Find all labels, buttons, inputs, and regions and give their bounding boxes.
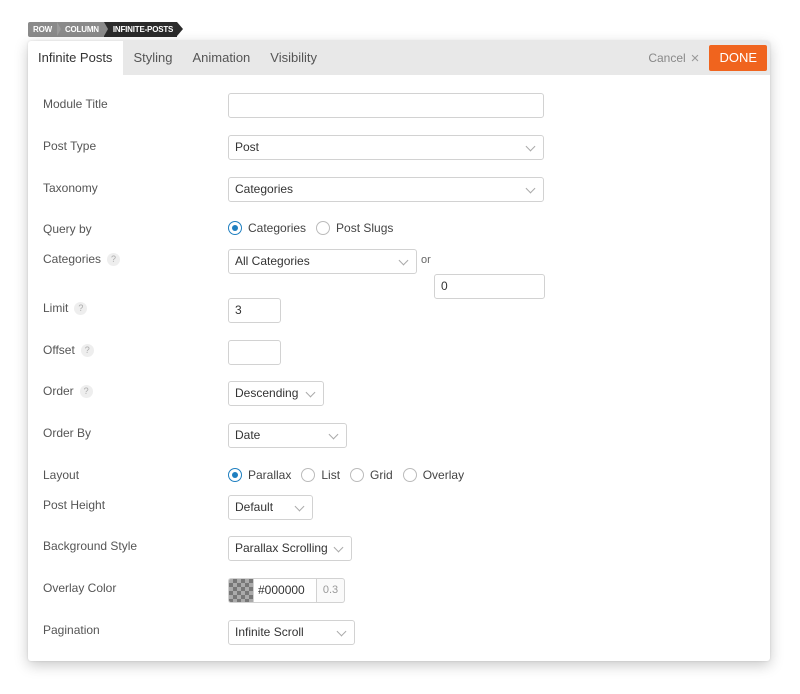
post-type-value: Post (235, 140, 260, 154)
order-by-value: Date (235, 428, 261, 442)
overlay-color-hex-input[interactable]: #000000 (253, 578, 317, 603)
offset-input[interactable] (228, 340, 281, 365)
layout-parallax-radio[interactable]: Parallax (228, 468, 291, 482)
help-icon[interactable]: ? (80, 343, 94, 357)
done-button[interactable]: DONE (709, 45, 767, 71)
categories-label: Categories ? (43, 252, 121, 266)
post-height-label: Post Height (43, 498, 106, 512)
breadcrumb-row[interactable]: ROW (28, 22, 61, 37)
tab-styling[interactable]: Styling (123, 41, 182, 75)
chevron-down-icon (525, 183, 536, 194)
row-post-type: Post Type Post (28, 135, 770, 160)
order-label: Order ? (43, 384, 93, 398)
chevron-down-icon (328, 429, 339, 440)
layout-grid-radio[interactable]: Grid (350, 468, 393, 482)
layout-overlay-label: Overlay (422, 468, 465, 482)
row-order-by: Order By Date (28, 423, 770, 448)
tab-animation[interactable]: Animation (182, 41, 260, 75)
close-icon: × (690, 49, 700, 67)
layout-parallax-label: Parallax (248, 468, 292, 482)
radio-selected-icon (228, 221, 242, 235)
chevron-down-icon (525, 141, 536, 152)
query-by-label: Query by (43, 222, 92, 236)
cancel-button[interactable]: Cancel × (648, 51, 699, 66)
row-background-style: Background Style Parallax Scrolling (28, 536, 770, 561)
help-icon[interactable]: ? (79, 384, 93, 398)
help-icon[interactable]: ? (107, 252, 121, 266)
chevron-down-icon (336, 626, 347, 637)
radio-unselected-icon (350, 468, 365, 482)
category-id-input[interactable]: 0 (434, 274, 545, 299)
pagination-select[interactable]: Infinite Scroll (228, 620, 355, 645)
breadcrumb: ROW COLUMN INFINITE-POSTS (28, 22, 184, 37)
post-type-label: Post Type (43, 139, 97, 153)
help-icon[interactable]: ? (74, 301, 88, 315)
limit-label-text: Limit (43, 301, 69, 315)
query-by-radio-group: Categories Post Slugs (228, 221, 403, 235)
layout-radio-group: Parallax List Grid Overlay (228, 468, 474, 482)
chevron-down-icon (294, 501, 305, 512)
row-post-height: Post Height Default (28, 495, 770, 520)
module-title-input[interactable] (228, 93, 544, 118)
module-settings-panel: Infinite Posts Styling Animation Visibil… (28, 41, 770, 661)
taxonomy-label: Taxonomy (43, 181, 98, 195)
post-height-value: Default (235, 500, 274, 514)
row-categories: Categories ? All Categories or 0 (28, 249, 770, 299)
row-taxonomy: Taxonomy Categories (28, 177, 770, 202)
order-select[interactable]: Descending (228, 381, 324, 406)
layout-label: Layout (43, 468, 80, 482)
chevron-down-icon (398, 255, 409, 266)
query-by-categories-radio[interactable]: Categories (228, 221, 306, 235)
overlay-color-opacity-input[interactable]: 0.3 (317, 578, 345, 603)
query-by-post-slugs-radio[interactable]: Post Slugs (316, 221, 393, 235)
tab-visibility[interactable]: Visibility (260, 41, 327, 75)
pagination-value: Infinite Scroll (235, 625, 304, 639)
tab-infinite-posts[interactable]: Infinite Posts (28, 41, 124, 75)
categories-select[interactable]: All Categories (228, 249, 417, 274)
categories-label-text: Categories (43, 252, 102, 266)
chevron-down-icon (333, 542, 344, 553)
chevron-down-icon (305, 387, 316, 398)
panel-actions: Cancel × DONE (648, 45, 767, 71)
pagination-label: Pagination (43, 623, 100, 637)
query-by-post-slugs-label: Post Slugs (336, 221, 394, 235)
categories-value: All Categories (235, 254, 310, 268)
layout-grid-label: Grid (370, 468, 393, 482)
offset-label-text: Offset (43, 343, 75, 357)
or-label: or (421, 254, 431, 266)
radio-selected-icon (228, 468, 242, 482)
query-by-categories-label: Categories (248, 221, 307, 235)
taxonomy-value: Categories (235, 182, 294, 196)
order-label-text: Order (43, 384, 74, 398)
order-value: Descending (235, 386, 299, 400)
cancel-label: Cancel (648, 51, 686, 65)
limit-input[interactable]: 3 (228, 298, 281, 323)
layout-list-radio[interactable]: List (301, 468, 340, 482)
taxonomy-select[interactable]: Categories (228, 177, 544, 202)
breadcrumb-column[interactable]: COLUMN (56, 22, 108, 37)
order-by-label: Order By (43, 426, 92, 440)
order-by-select[interactable]: Date (228, 423, 347, 448)
row-pagination: Pagination Infinite Scroll (28, 620, 770, 645)
post-height-select[interactable]: Default (228, 495, 313, 520)
overlay-color-label: Overlay Color (43, 581, 117, 595)
module-title-label: Module Title (43, 97, 108, 111)
tab-bar: Infinite Posts Styling Animation Visibil… (28, 41, 770, 75)
limit-label: Limit ? (43, 301, 88, 315)
offset-label: Offset ? (43, 343, 94, 357)
background-style-select[interactable]: Parallax Scrolling (228, 536, 352, 561)
background-style-value: Parallax Scrolling (235, 541, 328, 555)
post-type-select[interactable]: Post (228, 135, 544, 160)
color-swatch[interactable] (228, 578, 253, 603)
row-order: Order ? Descending (28, 381, 770, 406)
layout-list-label: List (321, 468, 341, 482)
radio-unselected-icon (316, 221, 331, 235)
background-style-label: Background Style (43, 539, 138, 553)
breadcrumb-infinite-posts: INFINITE-POSTS (103, 22, 184, 37)
radio-unselected-icon (402, 468, 417, 482)
radio-unselected-icon (301, 468, 316, 482)
overlay-color-picker: #000000 0.3 (228, 578, 345, 603)
layout-overlay-radio[interactable]: Overlay (402, 468, 465, 482)
